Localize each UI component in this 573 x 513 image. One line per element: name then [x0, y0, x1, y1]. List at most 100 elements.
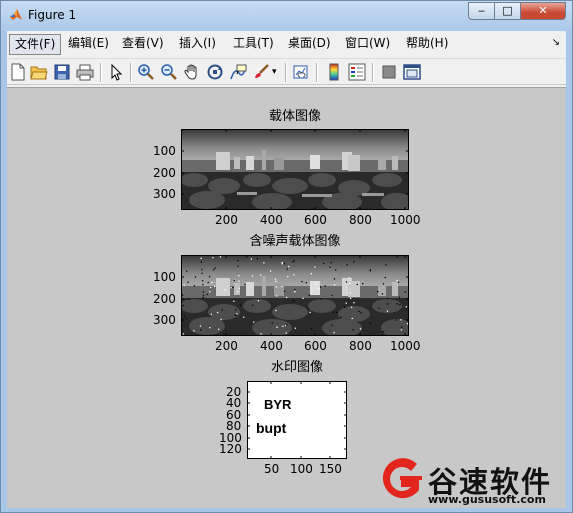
close-button[interactable]: ✕: [520, 2, 566, 20]
link-plot-icon[interactable]: [292, 63, 310, 81]
noise-pixel: [212, 257, 214, 259]
noisy-xtick: 800: [349, 339, 372, 353]
noise-pixel: [332, 311, 334, 313]
noise-pixel: [396, 280, 398, 282]
menu-overflow-icon[interactable]: ↘: [552, 37, 560, 48]
noise-pixel: [282, 325, 284, 327]
noise-pixel: [243, 316, 245, 318]
menu-insert[interactable]: 插入(I): [174, 34, 221, 55]
carrier-xtick: 800: [349, 213, 372, 227]
noise-pixel: [378, 307, 380, 309]
noise-pixel: [335, 269, 337, 271]
minimize-icon: ‒: [478, 4, 485, 17]
noise-pixel: [274, 278, 277, 280]
noise-pixel: [400, 326, 403, 328]
minimize-button[interactable]: ‒: [468, 2, 494, 20]
menu-view[interactable]: 查看(V): [117, 34, 169, 55]
noise-pixel: [218, 328, 220, 330]
noise-pixel: [283, 263, 286, 265]
noise-pixel: [399, 304, 401, 306]
noise-pixel: [239, 304, 241, 306]
save-icon[interactable]: [53, 63, 71, 81]
noisy-ytick: 200: [153, 292, 176, 306]
zoom-in-icon[interactable]: [137, 63, 155, 81]
noise-pixel: [185, 318, 188, 320]
noise-pixel: [202, 283, 204, 286]
zoom-out-icon[interactable]: [160, 63, 178, 81]
carrier-ytick: 200: [153, 166, 176, 180]
rotate-3d-icon[interactable]: [206, 63, 224, 81]
toolbar-separator: [285, 63, 286, 82]
noise-pixel: [396, 303, 398, 305]
hide-plot-tools-icon[interactable]: [380, 63, 398, 81]
noise-pixel: [308, 294, 310, 296]
menu-file[interactable]: 文件(F): [9, 34, 62, 55]
noise-pixel: [386, 310, 389, 312]
noise-pixel: [183, 284, 185, 286]
noise-pixel: [275, 280, 277, 282]
menu-desktop[interactable]: 桌面(D): [283, 34, 336, 55]
noise-pixel: [352, 329, 354, 331]
gususoft-logo: 谷速软件 www.gususoft.com: [373, 453, 566, 508]
noisy-image-axes[interactable]: [181, 255, 409, 336]
maximize-button[interactable]: □: [494, 2, 520, 20]
pointer-icon[interactable]: [107, 63, 125, 81]
noise-pixel: [202, 280, 204, 282]
noise-pixel: [275, 309, 277, 312]
noise-pixel: [219, 256, 222, 258]
noisy-xtick: 400: [260, 339, 283, 353]
noise-pixel: [314, 266, 316, 268]
brush-icon[interactable]: [252, 63, 270, 81]
menu-window[interactable]: 窗口(W): [340, 34, 395, 55]
menu-tools[interactable]: 工具(T): [228, 34, 279, 55]
noise-pixel: [237, 291, 239, 293]
new-figure-icon[interactable]: [9, 63, 27, 81]
noise-pixel: [384, 276, 386, 279]
noise-pixel: [237, 260, 239, 262]
noise-pixel: [186, 270, 188, 272]
noise-pixel: [183, 315, 186, 317]
noise-pixel: [405, 306, 407, 308]
legend-icon[interactable]: [348, 63, 366, 81]
noise-pixel: [395, 319, 398, 321]
noise-pixel: [345, 281, 348, 283]
noise-pixel: [252, 304, 254, 306]
noise-pixel: [344, 306, 346, 308]
menu-help[interactable]: 帮助(H): [401, 34, 453, 55]
menu-edit[interactable]: 编辑(E): [63, 34, 114, 55]
noise-pixel: [293, 274, 295, 276]
noise-pixel: [294, 327, 296, 329]
noise-pixel: [307, 307, 309, 309]
noise-pixel: [356, 283, 358, 286]
colorbar-icon[interactable]: [325, 63, 343, 81]
noise-pixel: [353, 302, 355, 304]
noise-pixel: [382, 283, 385, 285]
figure-canvas[interactable]: 载体图像 100 200 300 200 400 600 800 1000 含噪…: [7, 87, 566, 508]
brush-dropdown-icon[interactable]: ▾: [272, 67, 277, 77]
noise-pixel: [281, 285, 283, 288]
noise-pixel: [200, 261, 202, 263]
noise-pixel: [275, 286, 277, 288]
data-cursor-icon[interactable]: [229, 63, 247, 81]
noise-pixel: [182, 333, 185, 335]
noise-pixel: [323, 262, 325, 265]
watermark-image-axes[interactable]: BYR bupt: [247, 381, 347, 459]
noise-pixel: [310, 328, 313, 330]
title-bar[interactable]: Figure 1 ‒ □ ✕: [1, 1, 572, 31]
noise-pixel: [318, 287, 320, 289]
pan-icon[interactable]: [183, 63, 201, 81]
noisy-ytick: 100: [153, 270, 176, 284]
open-file-icon[interactable]: [30, 63, 48, 81]
noise-pixel: [230, 287, 232, 289]
print-icon[interactable]: [76, 63, 94, 81]
show-plot-tools-icon[interactable]: [403, 63, 421, 81]
noise-pixel: [209, 327, 211, 329]
noise-pixel: [386, 297, 389, 299]
gususoft-logo-url: www.gususoft.com: [428, 493, 546, 506]
carrier-image-axes[interactable]: [181, 129, 409, 210]
watermark-xtick: 100: [290, 462, 313, 476]
noise-pixel: [211, 281, 213, 283]
close-icon: ✕: [538, 4, 548, 17]
noise-pixel: [400, 329, 403, 331]
carrier-image: [182, 130, 408, 209]
